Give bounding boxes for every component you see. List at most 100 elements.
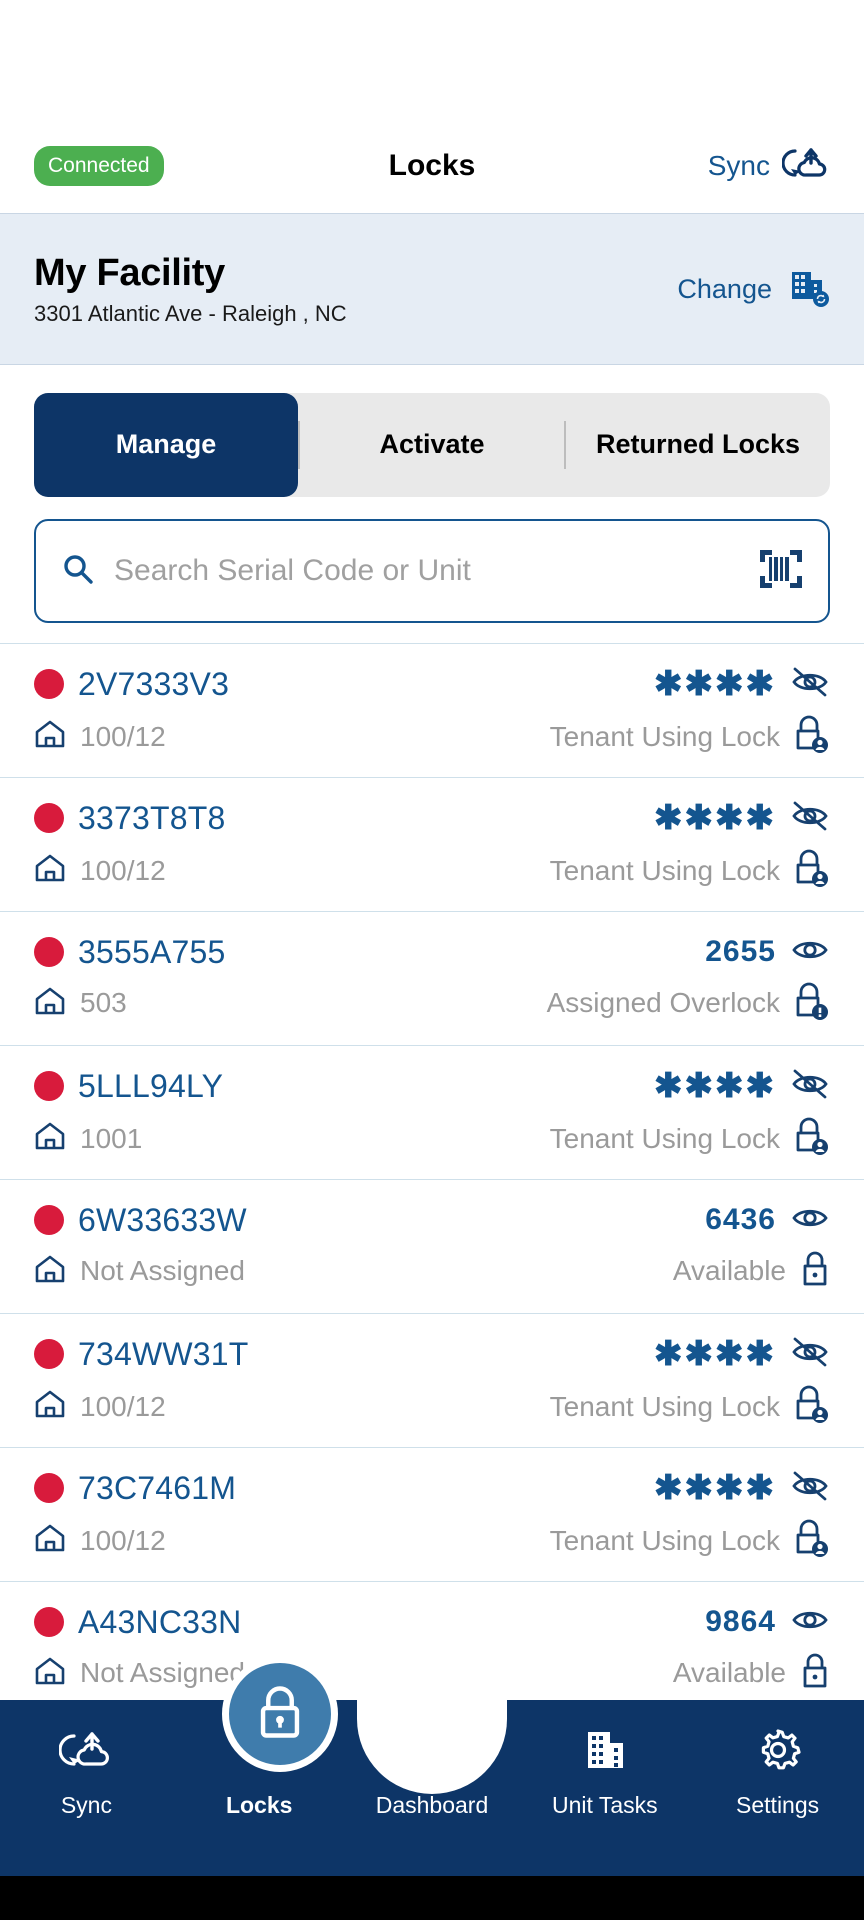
barcode-scan-icon[interactable] xyxy=(758,548,804,595)
lock-serial: A43NC33N xyxy=(78,1603,242,1640)
lock-tenant-icon xyxy=(794,1518,830,1563)
gear-icon xyxy=(753,1722,803,1778)
home-icon xyxy=(34,1523,66,1558)
search-input[interactable] xyxy=(114,554,740,588)
lock-status: Tenant Using Lock xyxy=(549,720,780,752)
eye-off-icon[interactable] xyxy=(790,1336,830,1373)
lock-unit: 100/12 xyxy=(80,720,166,752)
search-box[interactable] xyxy=(34,519,830,623)
cloud-sync-icon xyxy=(781,143,830,188)
eye-off-icon[interactable] xyxy=(790,1068,830,1105)
lock-serial: 73C7461M xyxy=(78,1469,237,1506)
nav-label-settings: Settings xyxy=(736,1792,820,1818)
status-bar-spacer xyxy=(0,0,864,118)
search-container xyxy=(0,497,864,643)
building-swap-icon xyxy=(788,266,830,313)
lock-status: Assigned Overlock xyxy=(546,987,780,1018)
lock-code: ✱✱✱✱ xyxy=(654,1335,776,1373)
lock-status-dot xyxy=(34,1205,64,1235)
home-icon xyxy=(34,1121,66,1156)
lock-tenant-icon xyxy=(794,1384,830,1429)
lock-code: 6436 xyxy=(705,1203,776,1236)
eye-icon[interactable] xyxy=(790,934,830,971)
nav-item-settings[interactable]: Settings xyxy=(691,1700,864,1819)
eye-icon[interactable] xyxy=(790,1202,830,1239)
home-icon xyxy=(34,1656,66,1691)
eye-off-icon[interactable] xyxy=(790,666,830,703)
home-icon xyxy=(34,719,66,754)
tab-activate-label: Activate xyxy=(379,429,485,460)
nav-label-locks: Locks xyxy=(225,1792,293,1818)
lock-serial: 3373T8T8 xyxy=(78,799,226,836)
lock-serial: 5LLL94LY xyxy=(78,1067,224,1104)
facility-info: My Facility 3301 Atlantic Ave - Raleigh … xyxy=(34,252,347,327)
nav-label-dashboard: Dashboard xyxy=(375,1792,489,1818)
nav-label-sync: Sync xyxy=(60,1792,112,1818)
nav-item-sync[interactable]: Sync xyxy=(0,1700,173,1819)
lock-status: Tenant Using Lock xyxy=(549,1122,780,1154)
home-icon xyxy=(34,986,66,1021)
bottom-navigation: Sync Locks Dashboard Unit Tasks Settings xyxy=(0,1694,864,1876)
tab-returned-locks[interactable]: Returned Locks xyxy=(566,393,830,497)
sync-button[interactable]: Sync xyxy=(708,143,830,188)
lock-unit: 100/12 xyxy=(80,854,166,886)
tab-returned-locks-label: Returned Locks xyxy=(595,429,801,460)
lock-code: ✱✱✱✱ xyxy=(654,799,776,837)
lock-alert-icon xyxy=(794,981,830,1026)
lock-row[interactable]: 734WW31T ✱✱✱✱ 100/12 Tenant Using Lock xyxy=(0,1314,864,1448)
lock-status-dot xyxy=(34,669,64,699)
home-icon xyxy=(34,853,66,888)
eye-icon[interactable] xyxy=(790,1604,830,1641)
lock-icon xyxy=(800,1651,830,1696)
lock-row[interactable]: 5LLL94LY ✱✱✱✱ 1001 Tenant Using Lock xyxy=(0,1046,864,1180)
lock-status: Tenant Using Lock xyxy=(549,1524,780,1556)
sync-button-label: Sync xyxy=(707,149,770,181)
change-facility-label: Change xyxy=(677,273,772,304)
lock-status: Available xyxy=(672,1255,786,1286)
lock-tenant-icon xyxy=(794,848,830,893)
lock-row[interactable]: 73C7461M ✱✱✱✱ 100/12 Tenant Using Lock xyxy=(0,1448,864,1582)
lock-row[interactable]: 6W33633W 6436 Not Assigned Available xyxy=(0,1180,864,1314)
lock-status: Available xyxy=(672,1657,786,1688)
lock-status-dot xyxy=(34,803,64,833)
lock-unit: 100/12 xyxy=(80,1390,166,1422)
lock-status: Tenant Using Lock xyxy=(549,1390,780,1422)
lock-unit: 503 xyxy=(80,987,127,1018)
tab-bar: Manage Activate Returned Locks xyxy=(34,393,830,497)
home-icon xyxy=(34,1389,66,1424)
lock-serial: 6W33633W xyxy=(78,1201,247,1238)
connection-status-badge: Connected xyxy=(34,145,164,186)
lock-row[interactable]: 2V7333V3 ✱✱✱✱ 100/12 Tenant Using Lock xyxy=(0,644,864,778)
lock-code: ✱✱✱✱ xyxy=(654,1469,776,1507)
lock-status-dot xyxy=(34,1071,64,1101)
lock-icon xyxy=(253,1682,307,1747)
building-icon xyxy=(581,1722,629,1778)
lock-serial: 2V7333V3 xyxy=(78,665,230,702)
facility-header: My Facility 3301 Atlantic Ave - Raleigh … xyxy=(0,213,864,365)
eye-off-icon[interactable] xyxy=(790,1470,830,1507)
lock-unit: 100/12 xyxy=(80,1524,166,1556)
tab-bar-container: Manage Activate Returned Locks xyxy=(0,365,864,497)
lock-icon xyxy=(800,1249,830,1294)
cloud-sync-icon xyxy=(59,1722,113,1778)
nav-item-unit-tasks[interactable]: Unit Tasks xyxy=(518,1700,691,1819)
lock-tenant-icon xyxy=(794,1116,830,1161)
locks-fab-button[interactable] xyxy=(222,1656,338,1772)
lock-status-dot xyxy=(34,1339,64,1369)
tab-activate[interactable]: Activate xyxy=(300,393,564,497)
tab-manage[interactable]: Manage xyxy=(34,393,298,497)
lock-serial: 734WW31T xyxy=(78,1335,249,1372)
tab-manage-label: Manage xyxy=(115,429,217,460)
eye-off-icon[interactable] xyxy=(790,800,830,837)
lock-code: ✱✱✱✱ xyxy=(654,1067,776,1105)
home-indicator-bar xyxy=(0,1876,864,1920)
change-facility-button[interactable]: Change xyxy=(677,266,830,313)
lock-code: 2655 xyxy=(705,935,776,968)
facility-address: 3301 Atlantic Ave - Raleigh , NC xyxy=(34,300,347,326)
lock-row[interactable]: 3555A755 2655 503 Assigned Overlock xyxy=(0,912,864,1046)
lock-status-dot xyxy=(34,937,64,967)
lock-unit: Not Assigned xyxy=(80,1657,245,1688)
lock-status: Tenant Using Lock xyxy=(549,854,780,886)
lock-row[interactable]: 3373T8T8 ✱✱✱✱ 100/12 Tenant Using Lock xyxy=(0,778,864,912)
lock-unit: 1001 xyxy=(80,1122,143,1154)
